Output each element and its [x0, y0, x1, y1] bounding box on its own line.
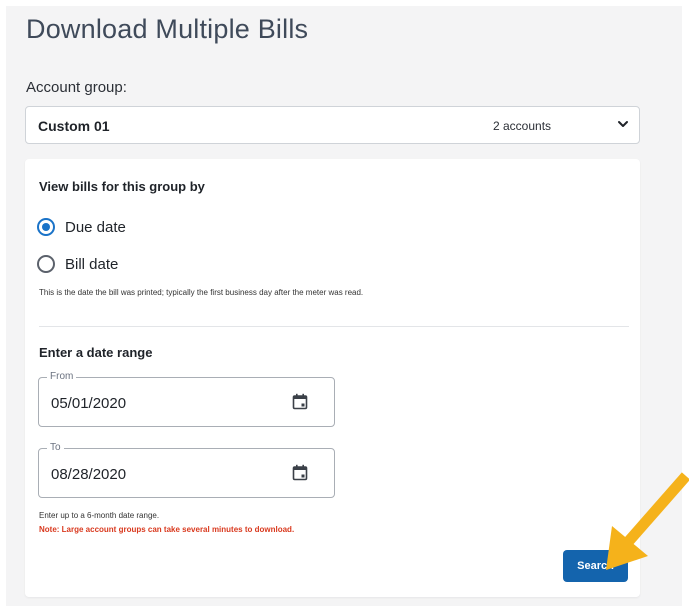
from-date-legend: From — [47, 371, 77, 383]
bill-date-helper-text: This is the date the bill was printed; t… — [39, 288, 364, 297]
from-date-field[interactable]: From 05/01/2020 — [38, 371, 335, 427]
account-group-name: Custom 01 — [38, 118, 110, 134]
annotation-arrow-icon — [606, 472, 689, 570]
radio-label-due-date: Due date — [65, 218, 126, 236]
to-date-field[interactable]: To 08/28/2020 — [38, 442, 335, 498]
to-date-legend: To — [47, 442, 64, 454]
account-count: 2 accounts — [493, 119, 552, 133]
radio-button-checked[interactable] — [37, 218, 55, 236]
calendar-icon[interactable] — [292, 393, 308, 410]
radio-button-unchecked[interactable] — [37, 255, 55, 273]
date-range-heading: Enter a date range — [39, 345, 153, 360]
radio-due-date[interactable]: Due date — [37, 218, 126, 236]
bill-filter-card: View bills for this group by Due date Bi… — [25, 159, 640, 597]
radio-label-bill-date: Bill date — [65, 255, 119, 273]
section-divider — [39, 326, 629, 327]
radio-bill-date[interactable]: Bill date — [37, 255, 118, 273]
date-range-hint: Enter up to a 6-month date range. — [39, 511, 160, 520]
view-by-heading: View bills for this group by — [39, 179, 205, 194]
chevron-down-icon — [618, 121, 628, 127]
page-title: Download Multiple Bills — [26, 14, 309, 44]
account-group-label: Account group: — [26, 79, 127, 96]
to-date-value[interactable]: 08/28/2020 — [51, 466, 126, 483]
from-date-value[interactable]: 05/01/2020 — [51, 395, 126, 412]
calendar-icon[interactable] — [292, 464, 308, 481]
account-group-select[interactable]: Custom 01 2 accounts — [25, 106, 640, 144]
download-warning: Note: Large account groups can take seve… — [39, 525, 295, 534]
